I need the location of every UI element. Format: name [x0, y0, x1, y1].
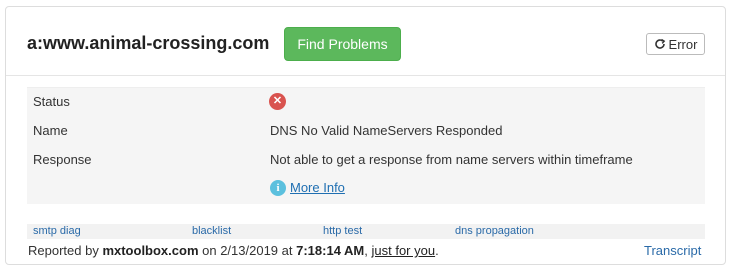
- status-label: Status: [33, 94, 70, 109]
- footer-site: mxtoolbox.com: [102, 243, 199, 258]
- transcript-link[interactable]: Transcript: [644, 243, 701, 258]
- error-circle-icon: ✕: [269, 93, 286, 110]
- just-for-you-link[interactable]: just for you: [372, 243, 436, 258]
- find-problems-button[interactable]: Find Problems: [284, 27, 401, 61]
- footer-prefix: Reported by: [28, 243, 103, 258]
- tools-links-bar: smtp diag blacklist http test dns propag…: [27, 224, 705, 239]
- link-dns-propagation[interactable]: dns propagation: [455, 225, 534, 237]
- link-http-test[interactable]: http test: [323, 225, 362, 237]
- footer-end: .: [435, 243, 439, 258]
- more-info-link[interactable]: More Info: [290, 180, 345, 195]
- footer-date: on 2/13/2019 at: [198, 243, 297, 258]
- report-footer: Reported by mxtoolbox.com on 2/13/2019 a…: [28, 243, 439, 258]
- link-smtp-diag[interactable]: smtp diag: [33, 225, 81, 237]
- footer-sep: ,: [364, 243, 372, 258]
- name-label: Name: [33, 123, 68, 138]
- link-blacklist[interactable]: blacklist: [192, 225, 231, 237]
- page-title: a:www.animal-crossing.com: [27, 33, 270, 53]
- details-table: Status Name DNS No Valid NameServers Res…: [27, 87, 705, 204]
- info-icon[interactable]: i: [270, 180, 286, 196]
- response-value: Not able to get a response from name ser…: [270, 152, 633, 167]
- divider: [6, 75, 725, 76]
- response-label: Response: [33, 152, 92, 167]
- name-value: DNS No Valid NameServers Responded: [270, 123, 503, 138]
- refresh-icon: [654, 38, 665, 49]
- error-button[interactable]: Error: [646, 33, 705, 55]
- error-button-label: Error: [668, 36, 698, 52]
- footer-time: 7:18:14 AM: [296, 243, 365, 258]
